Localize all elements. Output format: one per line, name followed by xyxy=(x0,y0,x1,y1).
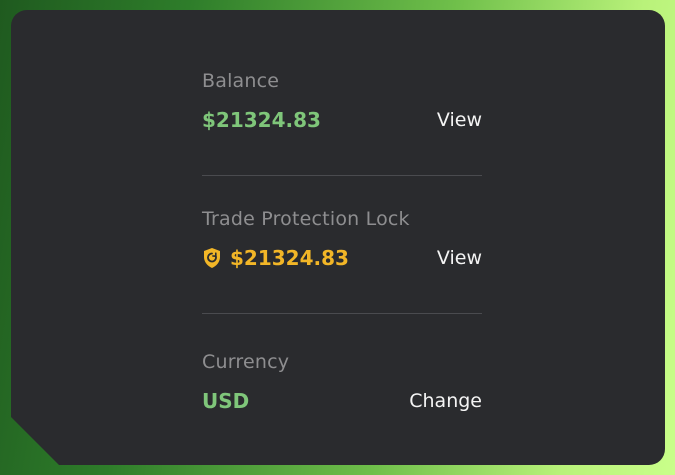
balance-section: Balance $21324.83 View xyxy=(202,70,482,132)
balance-label: Balance xyxy=(202,70,280,92)
account-card: Balance $21324.83 View Trade Protection … xyxy=(11,10,665,465)
balance-row: $21324.83 View xyxy=(202,108,482,132)
shield-icon xyxy=(202,247,222,269)
trade-protection-value-group: $21324.83 xyxy=(202,246,349,270)
balance-value: $21324.83 xyxy=(202,108,321,132)
currency-section: Currency USD Change xyxy=(202,351,482,413)
divider xyxy=(202,313,482,314)
currency-row: USD Change xyxy=(202,389,482,413)
balance-view-button[interactable]: View xyxy=(437,109,482,131)
divider xyxy=(202,175,482,176)
trade-protection-view-button[interactable]: View xyxy=(437,247,482,269)
trade-protection-label: Trade Protection Lock xyxy=(202,208,410,230)
trade-protection-row: $21324.83 View xyxy=(202,246,482,270)
trade-protection-value: $21324.83 xyxy=(230,246,349,270)
currency-change-button[interactable]: Change xyxy=(409,390,482,412)
currency-value: USD xyxy=(202,389,250,413)
currency-label: Currency xyxy=(202,351,290,373)
trade-protection-section: Trade Protection Lock $21324.83 View xyxy=(202,208,482,270)
